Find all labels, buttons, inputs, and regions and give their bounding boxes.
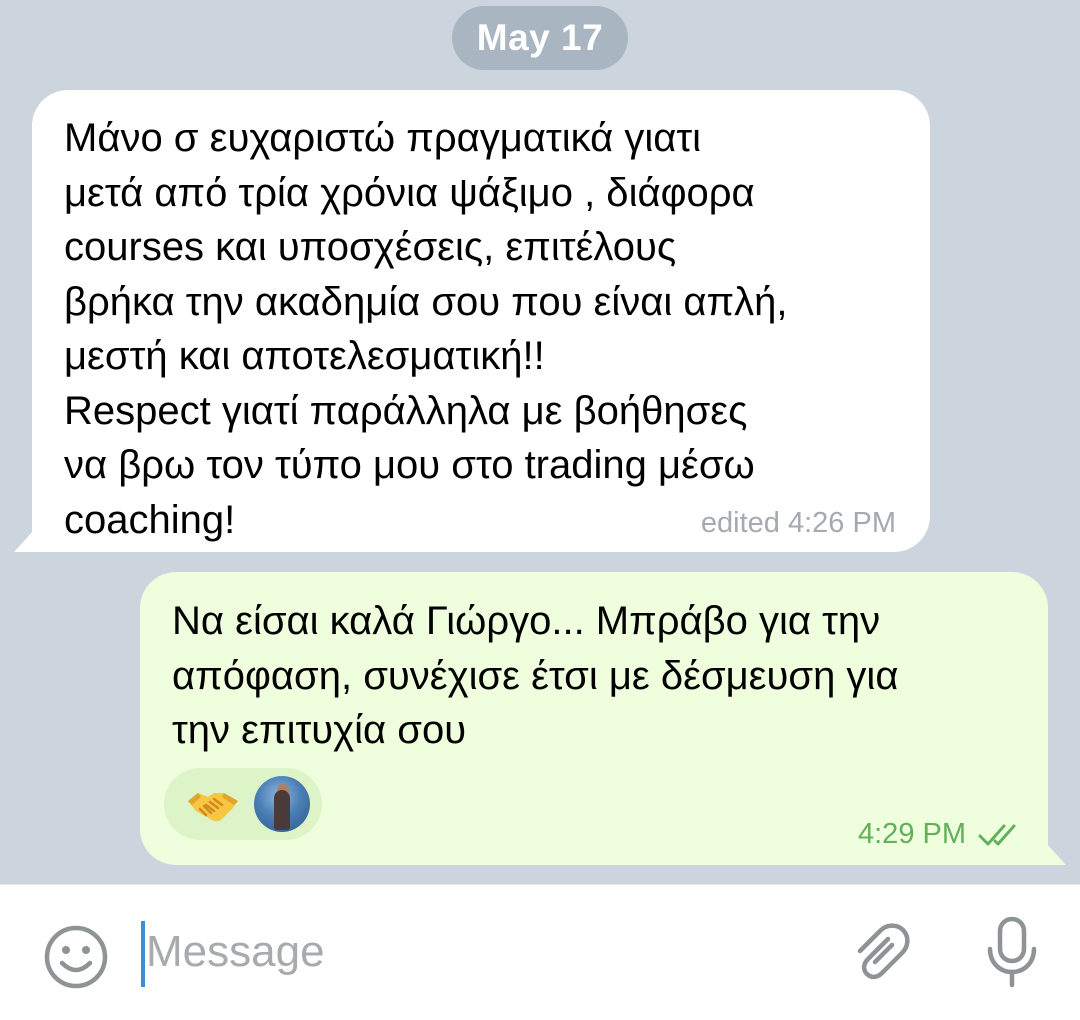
reactor-avatar (254, 776, 310, 832)
handshake-emoji (184, 775, 242, 833)
text-cursor (141, 921, 145, 987)
attach-button[interactable] (848, 921, 912, 985)
emoji-button[interactable] (42, 923, 110, 991)
microphone-icon (987, 916, 1037, 988)
smiley-icon (44, 925, 108, 989)
incoming-message-time: edited 4:26 PM (700, 507, 896, 539)
double-check-icon (978, 824, 1016, 845)
outgoing-message-bubble[interactable]: Να είσαι καλά Γιώργο... Μπράβο για την α… (140, 572, 1066, 865)
bubble-tail (14, 530, 34, 552)
reaction-pill[interactable] (164, 768, 322, 840)
outgoing-message-meta: 4:29 PM (858, 818, 1024, 851)
paperclip-icon (857, 923, 910, 980)
outgoing-message-time: 4:29 PM (858, 818, 966, 850)
message-input[interactable] (146, 915, 806, 989)
microphone-button[interactable] (980, 915, 1044, 991)
date-separator: May 17 (452, 6, 628, 70)
message-composer (0, 884, 1080, 1020)
incoming-message-bubble[interactable]: Μάνο σ ευχαριστώ πραγματικά γιατι μετά α… (14, 90, 930, 552)
chat-area[interactable]: May 17 Μάνο σ ευχαριστώ πραγματικά γιατι… (0, 0, 1080, 884)
bubble-tail (1046, 843, 1066, 865)
incoming-message-text: Μάνο σ ευχαριστώ πραγματικά γιατι μετά α… (64, 116, 788, 542)
outgoing-message-text: Να είσαι καλά Γιώργο... Μπράβο για την α… (172, 599, 899, 752)
